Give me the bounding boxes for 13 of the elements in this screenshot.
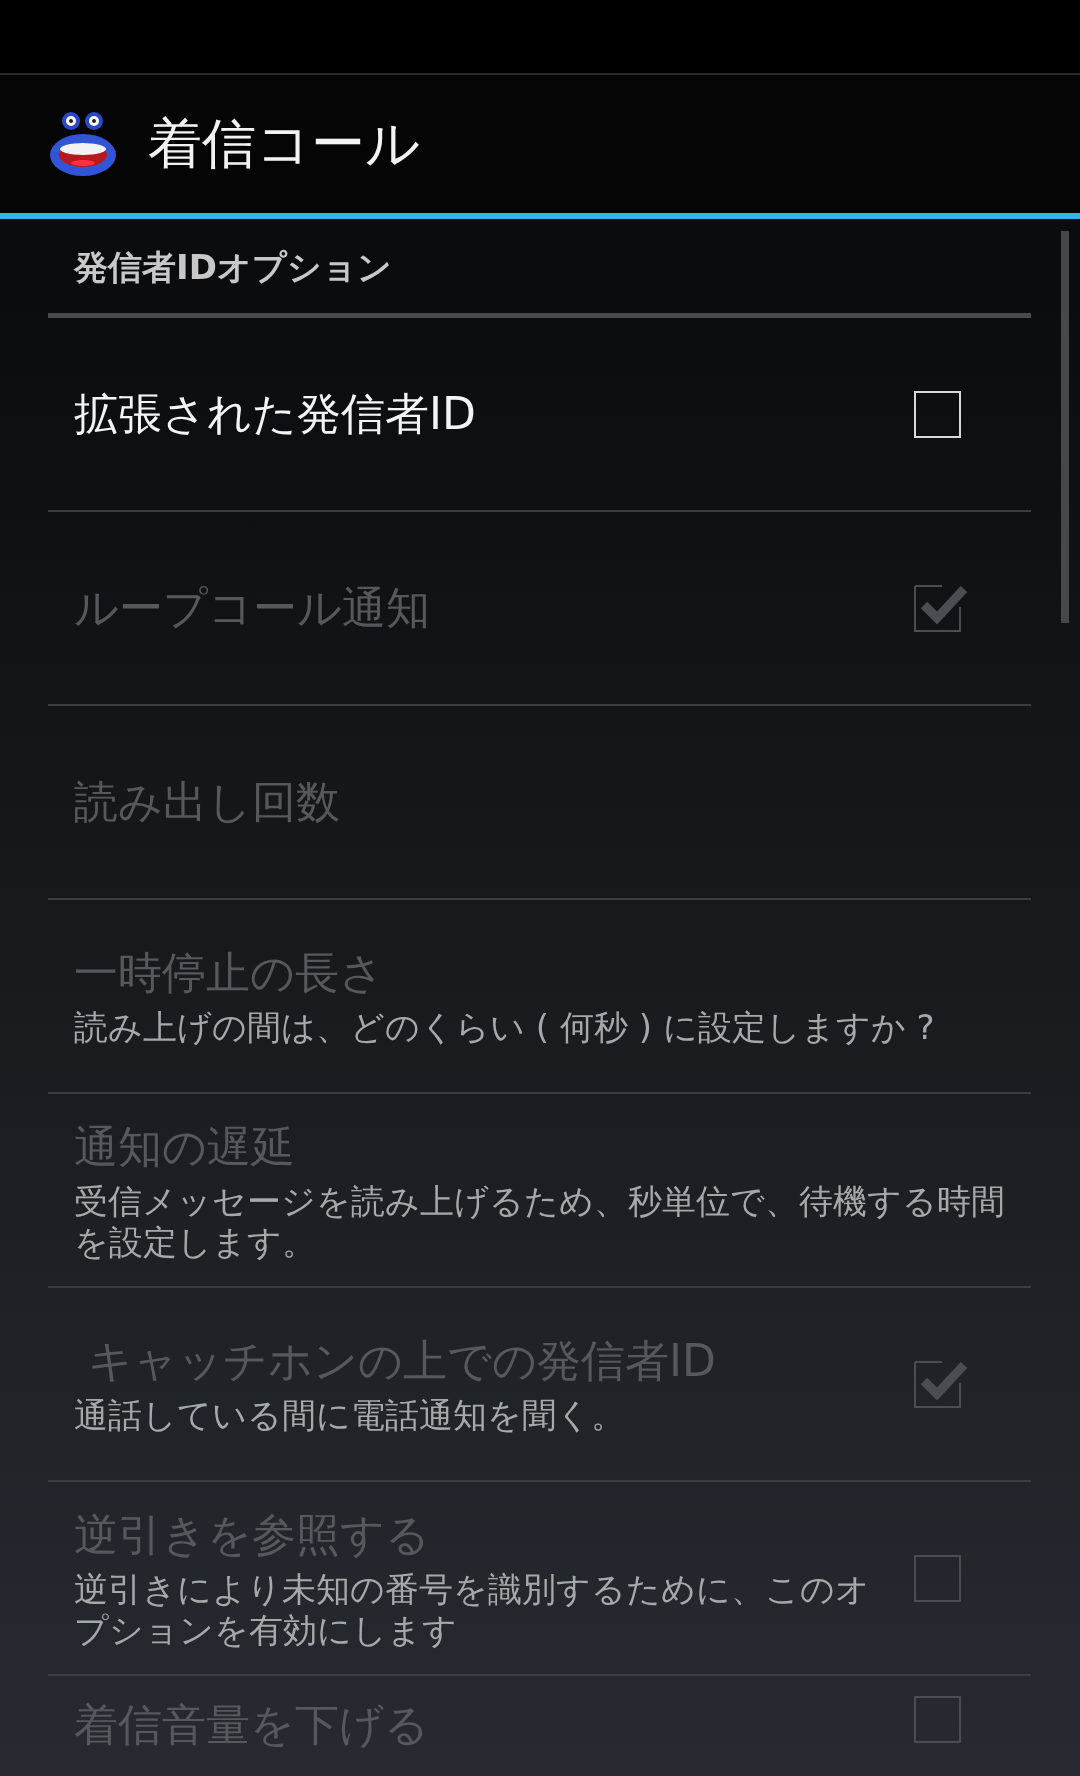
preference-title: ループコール通知 bbox=[74, 580, 431, 635]
category-title: 発信者IDオプション bbox=[48, 219, 1031, 318]
preference-summary: 読み上げの間は、どのくらい ( 何秒 ) に設定しますか ? bbox=[74, 1007, 936, 1048]
preference-title: 読み出し回数 bbox=[74, 774, 341, 829]
preference-row[interactable]: 拡張された発信者ID bbox=[48, 318, 1031, 512]
preference-title: 拡張された発信者ID bbox=[74, 386, 477, 441]
preference-summary: 逆引きにより未知の番号を識別するために、このオプションを有効にします bbox=[74, 1568, 871, 1651]
preference-title: 一時停止の長さ bbox=[74, 946, 385, 1001]
preference-summary: 受信メッセージを読み上げるため、秒単位で、待機する時間を設定します。 bbox=[74, 1180, 1005, 1263]
app-title: 着信コール bbox=[148, 110, 420, 177]
preference-summary: 通話している間に電話通知を聞く。 bbox=[74, 1395, 626, 1436]
preference-title: 通知の遅延 bbox=[74, 1119, 296, 1174]
mouth-icon bbox=[50, 111, 118, 177]
